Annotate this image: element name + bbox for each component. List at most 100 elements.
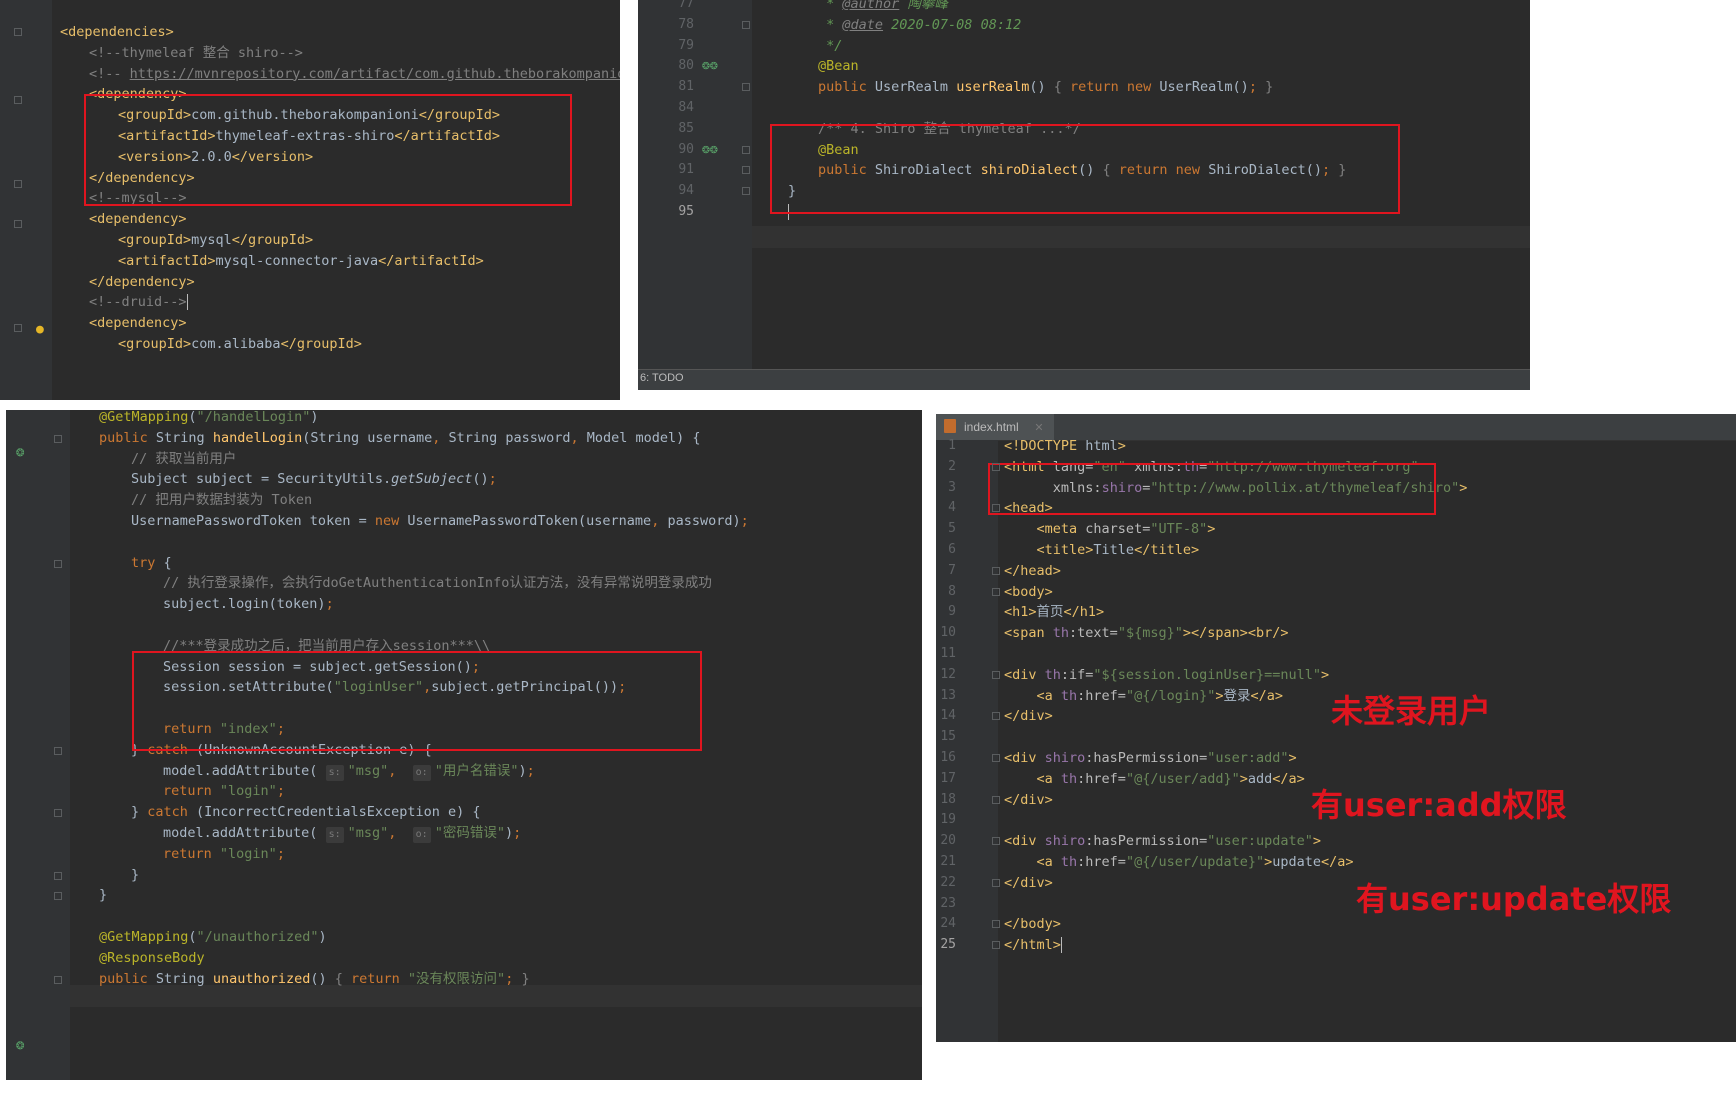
code-token: :href= (1077, 770, 1126, 787)
code-token: </artifactId> (378, 252, 484, 269)
fold-marker-icon[interactable] (992, 754, 1000, 762)
annotation-has-update: 有user:update权限 (1356, 880, 1672, 918)
fold-marker-icon[interactable] (742, 145, 750, 154)
fold-marker-icon[interactable] (54, 434, 62, 443)
fold-marker-icon[interactable] (14, 180, 22, 188)
spring-bean-icon[interactable]: ❂❂ (702, 142, 718, 157)
code-token: ; (526, 762, 535, 779)
code-token: 2020-07-08 08:12 (883, 16, 1022, 33)
pom-editor-panel: <dependencies> <!--thymeleaf 整合 shiro--> <… (0, 0, 620, 400)
code-token: try (131, 554, 164, 571)
config-highlight-box (770, 124, 1400, 214)
fold-marker-icon[interactable] (742, 20, 750, 29)
code-line: <meta charset="UTF-8"> (1004, 521, 1216, 537)
code-token: <span (1004, 625, 1053, 642)
fold-marker-icon[interactable] (54, 746, 62, 755)
code-token: > (1321, 666, 1330, 683)
code-token: ) (318, 929, 327, 945)
fold-marker-icon[interactable] (992, 462, 1000, 471)
code-line: @ResponseBody (99, 950, 205, 966)
close-icon[interactable]: ✕ (1034, 422, 1043, 434)
code-line: <dependencies> (60, 24, 174, 40)
fold-marker-icon[interactable] (742, 166, 750, 175)
line-number: 21 (940, 854, 956, 869)
code-token: ) (518, 762, 527, 779)
code-token: 登录 (1223, 687, 1251, 704)
annotation-has-add: 有user:add权限 (1311, 786, 1567, 824)
code-token: </div> (1004, 874, 1053, 891)
code-line: // 把用户数据封装为 Token (131, 492, 312, 508)
code-token: } (131, 866, 140, 883)
spring-bean-icon-2[interactable]: ❂ (16, 1037, 24, 1053)
code-token: (IncorrectCredentialsException e) { (196, 804, 481, 821)
code-token: <!--druid--> (89, 294, 187, 311)
code-token: @Bean (818, 58, 859, 75)
code-token: UserRealm() (1159, 79, 1249, 96)
html-code-area[interactable]: 1 <!DOCTYPE html> 2 <html lang="en" xmlns:t… (936, 438, 1736, 1042)
fold-marker-icon[interactable] (992, 504, 1000, 513)
fold-marker-icon[interactable] (14, 28, 22, 36)
tab-index-html[interactable]: index.html ✕ (936, 414, 1054, 440)
code-token: @author (842, 0, 900, 12)
fold-marker-icon[interactable] (54, 892, 62, 901)
tab-label: index.html (964, 420, 1019, 434)
code-token: th (1044, 666, 1061, 683)
code-line: <!--druid--> (89, 294, 188, 311)
code-line: // 执行登录操作，会执行doGetAuthenticationInfo认证方法… (163, 575, 712, 591)
code-token: "没有权限访问" (407, 970, 506, 987)
line-number: 7 (948, 562, 956, 578)
code-line: <a th:href="@{/user/add}">add</a> (1004, 771, 1305, 787)
fold-marker-icon[interactable] (54, 809, 62, 818)
todo-status-bar[interactable]: 6: TODO (638, 369, 1530, 390)
fold-marker-icon[interactable] (992, 712, 1000, 721)
todo-tab-label[interactable]: 6: TODO (640, 372, 684, 384)
code-line: <h1>首页</h1> (1004, 604, 1104, 620)
code-token: <groupId> (118, 232, 192, 248)
line-number: 14 (940, 708, 956, 724)
fold-marker-icon[interactable] (14, 324, 22, 332)
code-token: "login" (219, 845, 277, 862)
code-token: </title> (1134, 542, 1200, 558)
pom-highlight-box (84, 94, 572, 206)
code-token: com.alibaba (191, 336, 281, 352)
fold-marker-icon[interactable] (992, 587, 1000, 596)
code-line: <title>Title</title> (1004, 542, 1200, 558)
line-number: 91 (678, 162, 694, 178)
spring-bean-icon[interactable]: ❂ (16, 444, 24, 460)
fold-marker-icon[interactable] (992, 878, 1000, 887)
code-line: model.addAttribute( s: "msg", o: "密码错误"); (163, 825, 521, 843)
code-token: update (1272, 854, 1322, 870)
fold-marker-icon[interactable] (14, 220, 22, 228)
fold-marker-icon[interactable] (742, 83, 750, 92)
fold-marker-icon[interactable] (992, 795, 1000, 804)
line-number: 81 (678, 79, 694, 95)
code-token: password) (667, 513, 741, 529)
fold-marker-icon[interactable] (992, 566, 1000, 575)
code-token: public (99, 970, 156, 987)
fold-marker-icon[interactable] (742, 187, 750, 196)
fold-marker-icon[interactable] (54, 975, 62, 984)
fold-marker-icon[interactable] (992, 670, 1000, 679)
code-token: <!--thymeleaf 整合 shiro--> (89, 44, 303, 61)
code-line: * @author 陶攀峰 (818, 0, 948, 12)
spring-bean-icon[interactable]: ❂❂ (702, 58, 718, 73)
code-token: */ (818, 37, 843, 54)
line-number: 9 (948, 604, 956, 620)
code-line: // 获取当前用户 (131, 451, 236, 467)
fold-marker-icon[interactable] (14, 96, 22, 104)
fold-marker-icon[interactable] (992, 920, 1000, 929)
code-token: String (155, 429, 213, 446)
code-token: <a (1036, 770, 1061, 787)
fold-marker-icon[interactable] (992, 837, 1000, 846)
code-token: Title (1093, 542, 1135, 558)
lightbulb-icon[interactable]: ● (36, 322, 44, 337)
fold-marker-icon[interactable] (992, 941, 1000, 950)
line-number: 80 (678, 58, 694, 74)
fold-marker-icon[interactable] (54, 559, 62, 568)
line-number: 78 (678, 16, 694, 32)
code-line: <dependency> (89, 211, 187, 227)
fold-marker-icon[interactable] (54, 871, 62, 880)
controller-editor-panel: @GetMapping("/handelLogin") public String… (6, 410, 922, 1080)
code-token: , (570, 429, 587, 446)
code-line: @GetMapping("/unauthorized") (99, 929, 327, 945)
